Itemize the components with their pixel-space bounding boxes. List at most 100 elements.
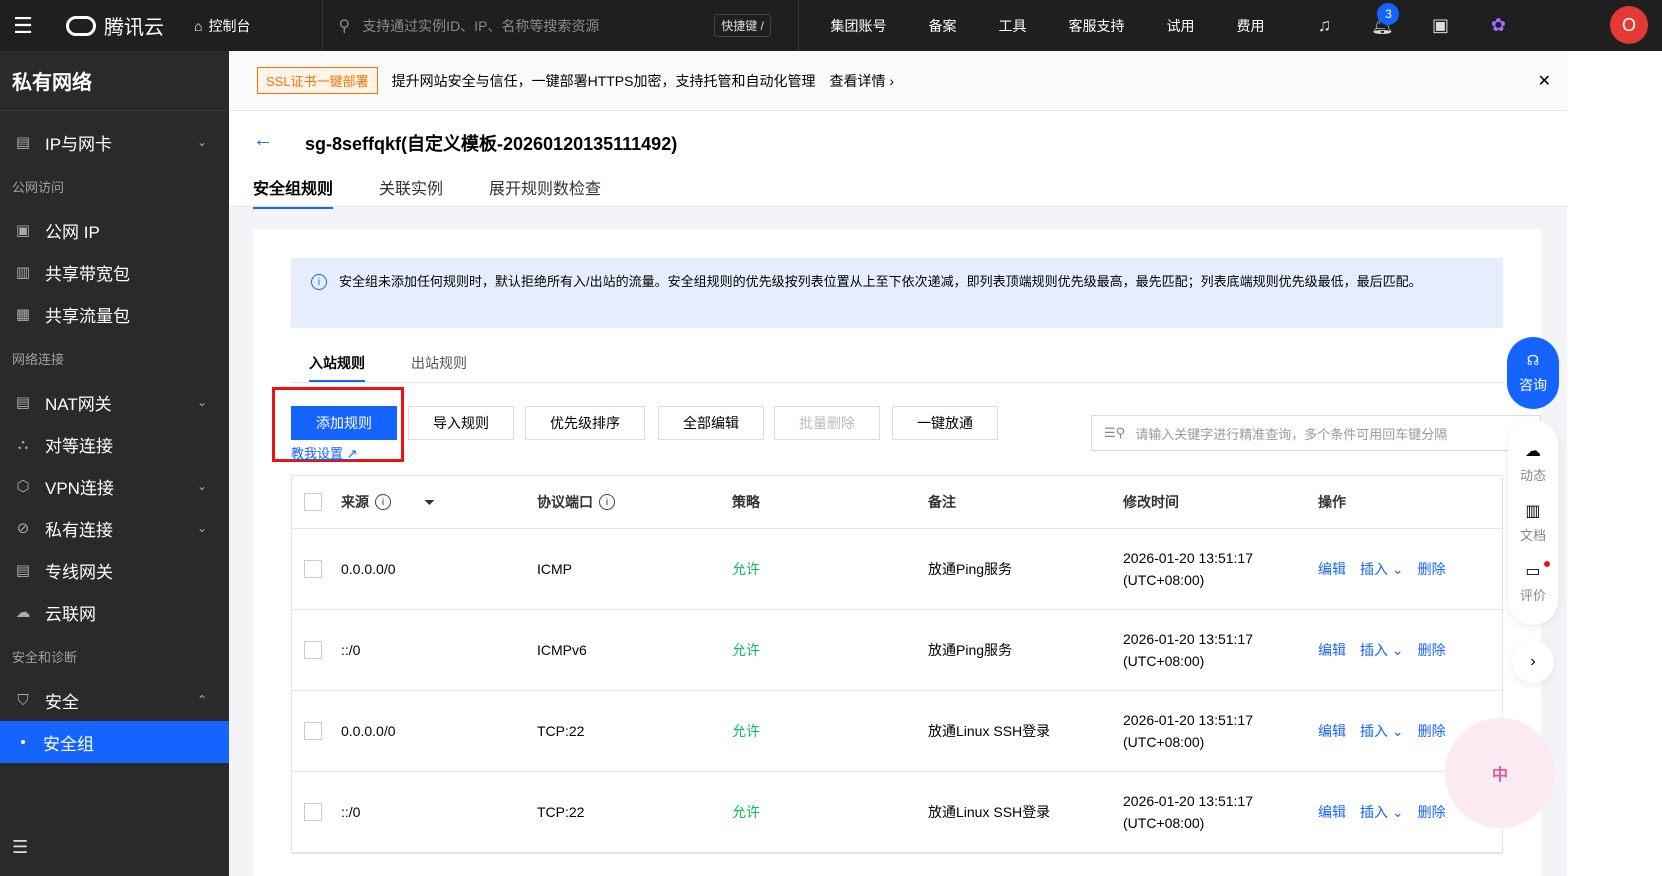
cell-time-zone: (UTC+08:00)	[1123, 815, 1205, 831]
sidebar-item-ip-nic[interactable]: ▤ IP与网卡 ⌄	[0, 121, 229, 163]
nav-group-account[interactable]: 集团账号	[809, 16, 907, 36]
edit-link[interactable]: 编辑	[1318, 802, 1346, 822]
insert-dropdown[interactable]: 插入 ⌄	[1360, 802, 1404, 822]
search-placeholder: 支持通过实例ID、IP、名称等搜索资源	[362, 17, 600, 34]
sidebar-item-nat-gateway[interactable]: ▤ NAT网关 ⌄	[0, 381, 229, 423]
import-rules-button[interactable]: 导入规则	[408, 406, 514, 440]
docs-label: 文档	[1519, 527, 1546, 543]
cell-remark: 放通Linux SSH登录	[928, 804, 1051, 820]
back-arrow-icon[interactable]: ←	[253, 129, 273, 152]
cell-port: ICMP	[537, 561, 572, 577]
bell-icon[interactable]: 🔔︎ 3	[1353, 0, 1411, 51]
edit-link[interactable]: 编辑	[1318, 721, 1346, 741]
menu-icon[interactable]: ☰	[0, 0, 46, 51]
tab-instances[interactable]: 关联实例	[379, 175, 443, 209]
dynamic-button[interactable]: ☁ 动态	[1520, 441, 1546, 484]
ssl-tag[interactable]: SSL证书一键部署	[257, 67, 378, 94]
table-row: 0.0.0.0/0 ICMP 允许 放通Ping服务 2026-01-20 13…	[292, 529, 1502, 610]
tab-rule-check[interactable]: 展开规则数检查	[489, 175, 601, 209]
sidebar-item-security-group[interactable]: 安全组	[0, 721, 229, 763]
header-policy: 策略	[732, 494, 760, 510]
mascot-label: 中	[1491, 767, 1508, 784]
calendar-settings-icon[interactable]: ▣	[1411, 0, 1469, 51]
insert-dropdown[interactable]: 插入 ⌄	[1360, 559, 1404, 579]
nav-billing[interactable]: 费用	[1215, 16, 1285, 36]
sidebar-item-security[interactable]: ⛉ 安全 ⌃	[0, 679, 229, 721]
delete-link[interactable]: 删除	[1418, 802, 1446, 822]
review-button[interactable]: ▭ 评价	[1520, 561, 1550, 604]
edit-link[interactable]: 编辑	[1318, 640, 1346, 660]
sidebar-item-public-ip[interactable]: ▣ 公网 IP	[0, 209, 229, 251]
collapse-menu-icon[interactable]: ☰	[12, 837, 28, 858]
insert-dropdown[interactable]: 插入 ⌄	[1360, 721, 1404, 741]
edit-all-button[interactable]: 全部编辑	[658, 406, 764, 440]
sidebar-item-peering[interactable]: ⛬ 对等连接	[0, 423, 229, 465]
global-search-input[interactable]: ⚲ 支持通过实例ID、IP、名称等搜索资源 快捷键 /	[323, 0, 773, 51]
insert-dropdown[interactable]: 插入 ⌄	[1360, 640, 1404, 660]
cell-time-zone: (UTC+08:00)	[1123, 572, 1205, 588]
delete-link[interactable]: 删除	[1418, 640, 1446, 660]
top-icons: ♫ 🔔︎ 3 ▣ ✿	[1295, 0, 1527, 51]
cell-policy: 允许	[732, 561, 760, 577]
filter-icon[interactable]: ⏷	[424, 476, 435, 528]
header-remark: 备注	[928, 494, 956, 510]
sidebar-item-bandwidth-package[interactable]: ▥ 共享带宽包	[0, 251, 229, 293]
open-all-button[interactable]: 一键放通	[892, 406, 998, 440]
close-icon[interactable]: ✕	[1538, 71, 1551, 91]
table-row: 0.0.0.0/0 TCP:22 允许 放通Linux SSH登录 2026-0…	[292, 691, 1502, 772]
docs-button[interactable]: ▥ 文档	[1520, 501, 1546, 544]
chart-icon: ▦	[15, 306, 31, 323]
nav-support[interactable]: 客服支持	[1047, 16, 1145, 36]
notification-badge: 3	[1377, 3, 1400, 25]
help-icon[interactable]: i	[599, 494, 615, 510]
select-all-checkbox[interactable]	[304, 493, 322, 511]
chevron-right-icon[interactable]: ›	[1512, 641, 1554, 683]
edit-link[interactable]: 编辑	[1318, 559, 1346, 579]
banner-details-link[interactable]: 查看详情 ›	[829, 71, 894, 91]
sidebar-item-traffic-package[interactable]: ▦ 共享流量包	[0, 293, 229, 335]
sidebar-item-ccn[interactable]: ☁ 云联网	[0, 591, 229, 633]
tab-inbound[interactable]: 入站规则	[309, 353, 365, 382]
avatar[interactable]: O	[1610, 6, 1648, 44]
sidebar-item-vpn[interactable]: ⬡ VPN连接 ⌄	[0, 465, 229, 507]
help-icon[interactable]: i	[375, 494, 391, 510]
sidebar-item-label: 私有连接	[45, 520, 113, 540]
row-checkbox[interactable]	[304, 722, 322, 740]
rule-search-input[interactable]: ☰⚲ 请输入关键字进行精准查询，多个条件可用回车键分隔	[1091, 415, 1541, 451]
mascot-image[interactable]: 中	[1445, 718, 1555, 828]
page-tabs: 安全组规则 关联实例 展开规则数检查	[253, 175, 601, 209]
sidebar-item-dc-gateway[interactable]: ▤ 专线网关	[0, 549, 229, 591]
consult-button[interactable]: ☊ 咨询	[1507, 337, 1559, 409]
cell-time-date: 2026-01-20 13:51:17	[1123, 631, 1253, 647]
sidebar-item-private-link[interactable]: ⊘ 私有连接 ⌄	[0, 507, 229, 549]
cell-time-date: 2026-01-20 13:51:17	[1123, 550, 1253, 566]
rules-card: i 安全组未添加任何规则时，默认拒绝所有入/出站的流量。安全组规则的优先级按列表…	[253, 229, 1541, 876]
nav-trial[interactable]: 试用	[1145, 16, 1215, 36]
banner-text: 提升网站安全与信任，一键部署HTTPS加密，支持托管和自动化管理	[391, 72, 816, 89]
nav-filing[interactable]: 备案	[907, 16, 977, 36]
cell-port: TCP:22	[537, 804, 585, 820]
row-checkbox[interactable]	[304, 641, 322, 659]
nav-tools[interactable]: 工具	[977, 16, 1047, 36]
sidebar-group-public-access: 公网访问	[12, 179, 65, 195]
help-link[interactable]: 教我设置 ↗	[291, 443, 358, 462]
tab-rules[interactable]: 安全组规则	[253, 175, 334, 209]
add-rule-button[interactable]: 添加规则	[291, 406, 397, 440]
tab-outbound[interactable]: 出站规则	[411, 353, 467, 382]
row-checkbox[interactable]	[304, 803, 322, 821]
ai-assistant-icon[interactable]: ✿	[1469, 0, 1527, 51]
row-checkbox[interactable]	[304, 560, 322, 578]
delete-link[interactable]: 删除	[1418, 721, 1446, 741]
table-header: 来源 i ⏷ 协议端口 i 策略 备注 修改时间 操作	[292, 476, 1502, 529]
help-link-label: 教我设置	[291, 446, 344, 461]
console-link[interactable]: ⌂ 控制台	[194, 16, 250, 36]
promo-banner: SSL证书一键部署 提升网站安全与信任，一键部署HTTPS加密，支持托管和自动化…	[229, 51, 1567, 111]
sidebar-group-security: 安全和诊断	[12, 649, 78, 665]
logo[interactable]: 腾讯云	[66, 11, 164, 40]
delete-link[interactable]: 删除	[1418, 559, 1446, 579]
music-icon[interactable]: ♫	[1295, 0, 1353, 51]
priority-sort-button[interactable]: 优先级排序	[525, 406, 645, 440]
batch-delete-button[interactable]: 批量删除	[774, 406, 880, 440]
cell-time-zone: (UTC+08:00)	[1123, 734, 1205, 750]
home-icon: ⌂	[194, 17, 203, 34]
